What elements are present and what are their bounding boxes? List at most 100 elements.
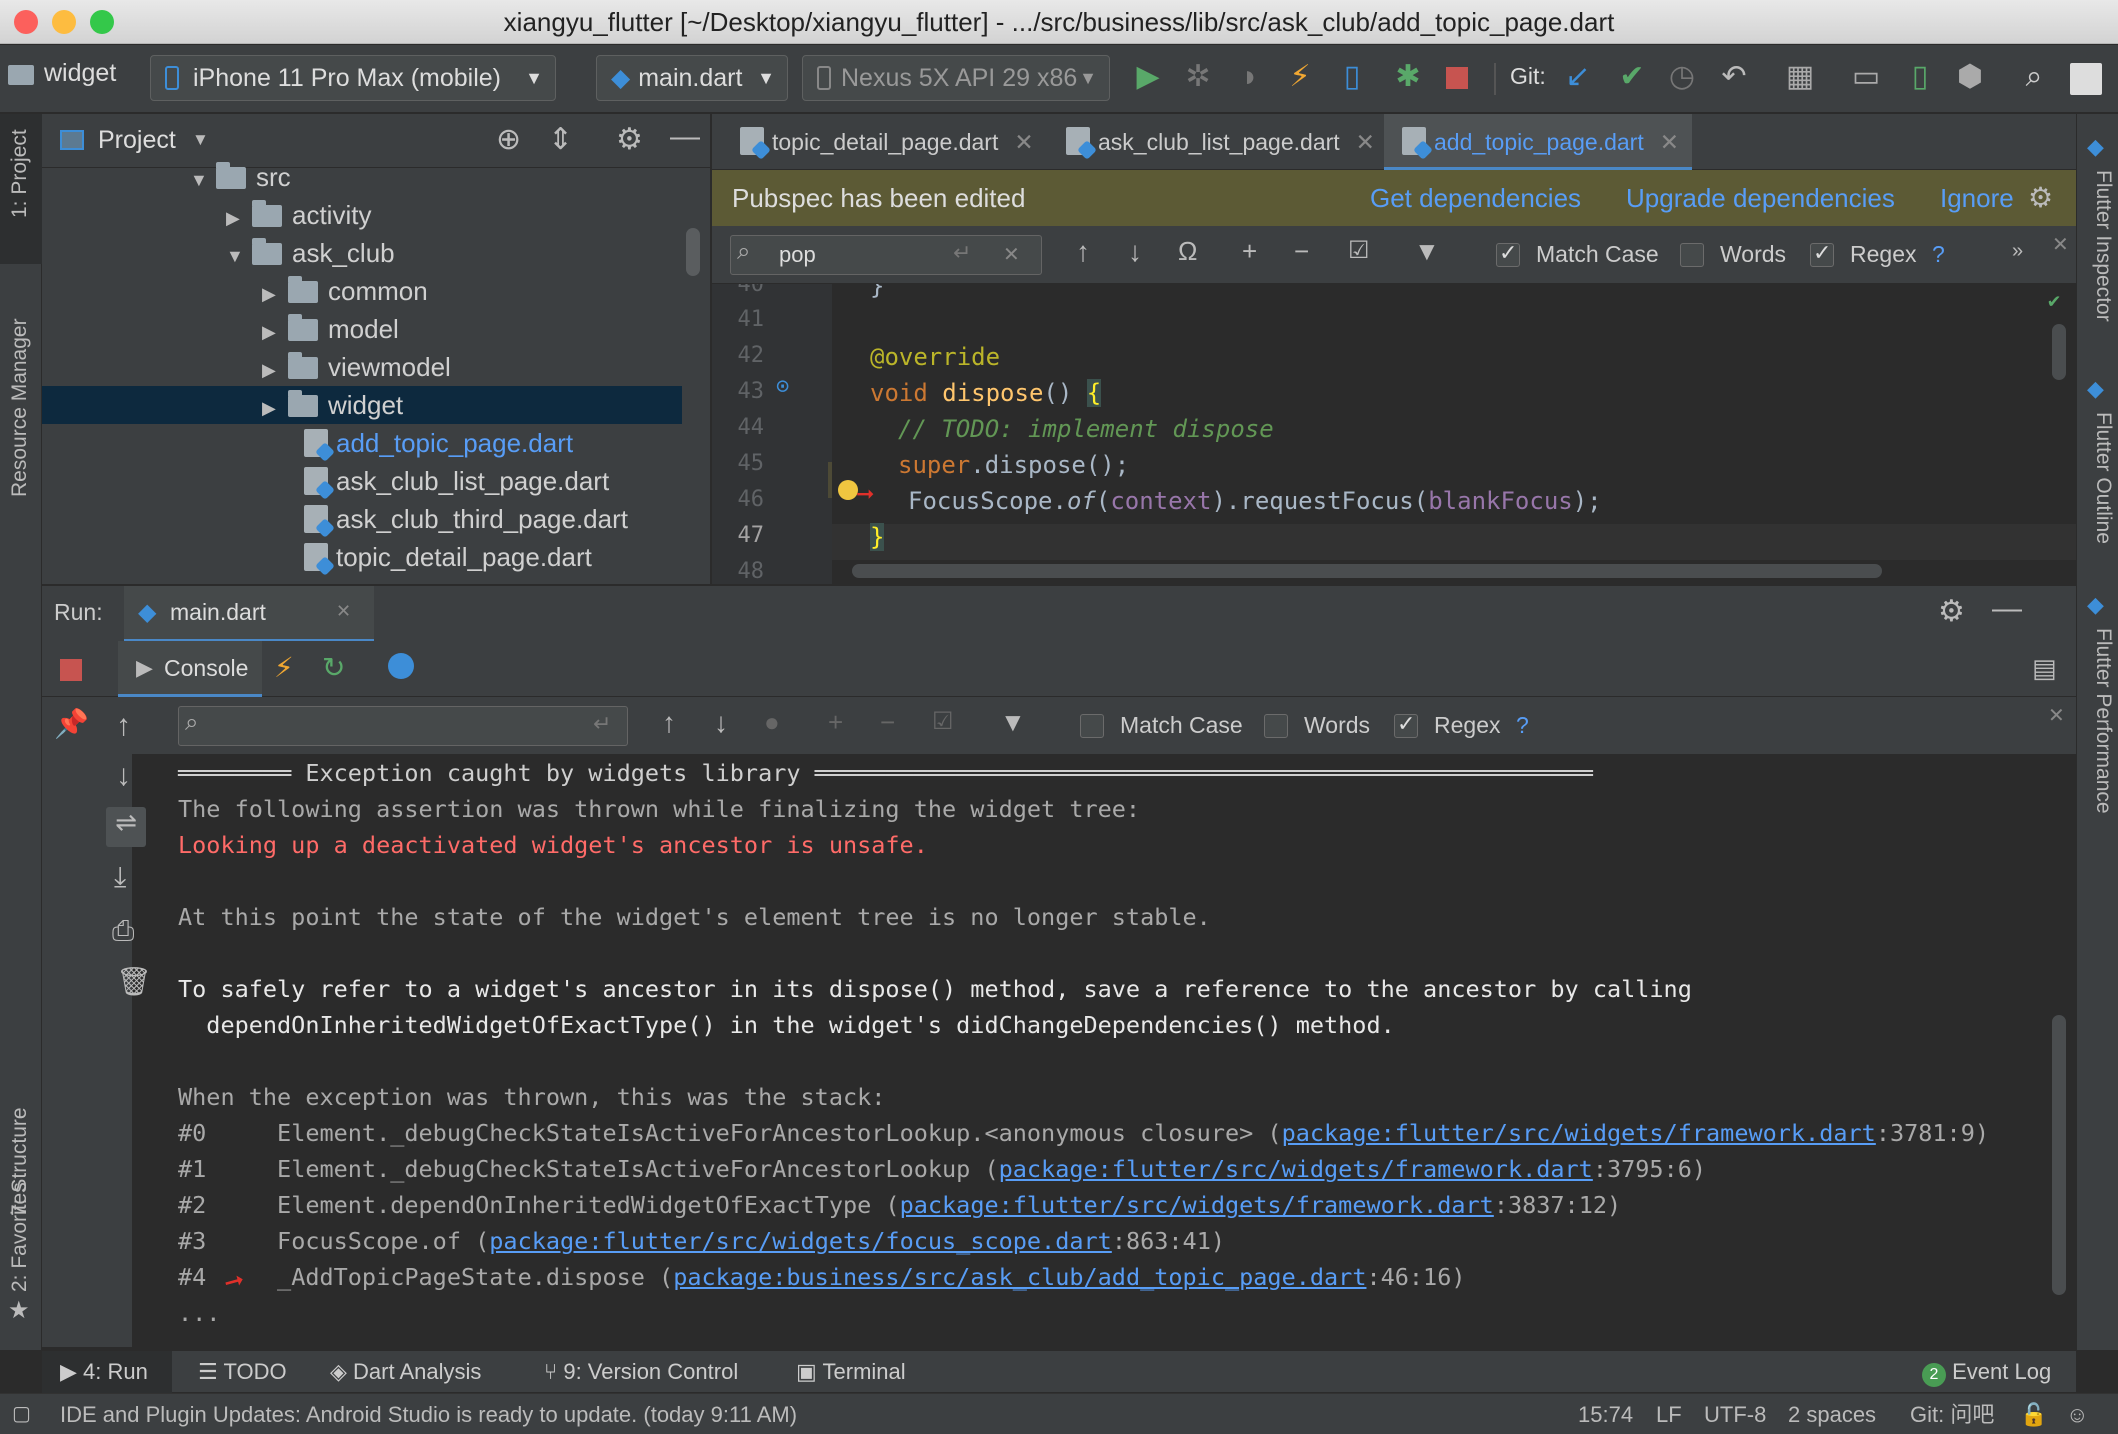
git-update-icon[interactable]: ↙ [1558,59,1598,95]
bottom-tab-todo[interactable]: ☰ TODO [198,1351,287,1393]
tool-tab-project[interactable]: 1: Project [8,129,32,218]
project-view-selector[interactable]: Project [98,126,176,155]
project-scrollbar[interactable] [686,228,700,276]
history-icon[interactable]: ↵ [593,711,611,737]
layout-icon[interactable]: ▢ [12,1394,31,1434]
locate-icon[interactable]: ⊕ [496,122,521,157]
chevron-down-icon[interactable]: ▼ [192,130,209,150]
debug-icon[interactable]: ✲ [1178,59,1218,95]
tree-item-common[interactable]: ▶ common [42,272,682,310]
git-rollback-icon[interactable]: ↶ [1714,59,1754,95]
close-icon[interactable]: ✕ [2048,703,2065,728]
device-file-icon[interactable]: ▯ [1332,59,1372,95]
scroll-to-end-icon[interactable]: ⤓ [114,861,126,894]
console-search-input[interactable]: ⌕ ↵ [178,706,628,746]
up-icon[interactable]: ↑ [116,709,131,743]
tree-item-ask-club[interactable]: ▼ ask_club [42,234,682,272]
editor-vertical-scrollbar[interactable] [2052,324,2066,380]
zoom-window-button[interactable] [90,10,114,34]
next-occurrence-icon[interactable]: ↓ [1128,236,1142,268]
bottom-tab-terminal[interactable]: ▣ Terminal [796,1351,906,1393]
console-regex-checkbox[interactable] [1394,711,1418,738]
print-icon[interactable]: ⎙ [112,915,134,948]
bottom-tab-dart-analysis[interactable]: ◈ Dart Analysis [330,1351,481,1393]
next-occurrence-icon[interactable]: ↓ [714,707,728,739]
tool-tab-favorites[interactable]: 2: Favorites [8,1182,32,1292]
close-icon[interactable]: ✕ [336,601,351,622]
tree-item-widget[interactable]: ▶ widget [42,386,682,424]
previous-occurrence-icon[interactable]: ↑ [662,707,676,739]
stop-icon[interactable] [1446,67,1468,89]
select-all-occurrences-icon[interactable]: Ω [1178,236,1197,267]
device-manager-icon[interactable]: ▯ [1900,59,1940,95]
sdk-manager-icon[interactable]: ⬢ [1950,59,1990,95]
select-occurrences-icon[interactable]: ☑ [1348,236,1370,265]
trash-icon[interactable]: 🗑 [116,965,152,998]
regex-checkbox[interactable] [1810,240,1834,267]
file-encoding[interactable]: UTF-8 [1704,1394,1766,1434]
console-words-checkbox[interactable] [1264,714,1288,738]
tree-item-model[interactable]: ▶ model [42,310,682,348]
breadcrumb-widget[interactable]: widget [44,59,116,88]
console-output[interactable]: ════════ Exception caught by widgets lib… [160,755,2076,1347]
close-icon[interactable]: ✕ [1660,129,1679,155]
coverage-icon[interactable]: ◗ [1230,59,1270,95]
line-separator[interactable]: LF [1656,1394,1682,1434]
stack-link[interactable]: package:flutter/src/widgets/framework.da… [999,1155,1593,1183]
tab-add-topic-page[interactable]: add_topic_page.dart ✕ [1384,114,1692,170]
hot-reload-icon[interactable]: ⚡ [1280,59,1320,95]
down-icon[interactable]: ↓ [116,759,131,793]
hide-panel-icon[interactable]: — [1992,592,2022,626]
close-icon[interactable]: ✕ [2052,232,2069,257]
collapse-all-icon[interactable]: ⇕ [548,122,573,157]
git-history-icon[interactable]: ◷ [1662,59,1702,95]
console-regex-help-link[interactable]: ? [1516,712,1529,739]
tool-tab-flutter-performance[interactable]: Flutter Performance [2091,628,2115,814]
soft-wrap-icon[interactable]: ⇌ [106,807,146,847]
tree-item-add-topic-page[interactable]: add_topic_page.dart [42,424,682,462]
more-icon[interactable]: » [2012,240,2023,263]
stack-link[interactable]: package:business/src/ask_club/add_topic_… [673,1263,1366,1291]
tab-topic-detail-page[interactable]: topic_detail_page.dart ✕ [722,114,1048,170]
stack-link[interactable]: package:flutter/src/widgets/framework.da… [900,1191,1494,1219]
add-occurrence-icon[interactable]: + [1242,236,1257,267]
match-case-checkbox[interactable] [1496,240,1520,267]
tool-tab-flutter-outline[interactable]: Flutter Outline [2091,412,2115,544]
tool-tab-flutter-inspector[interactable]: Flutter Inspector [2091,170,2115,322]
close-window-button[interactable] [14,10,38,34]
tree-item-activity[interactable]: ▶ activity [42,196,682,234]
console-match-case-checkbox[interactable] [1080,714,1104,738]
tree-item-ask-club-list-page[interactable]: ask_club_list_page.dart [42,462,682,500]
caret-position[interactable]: 15:74 [1578,1394,1633,1434]
status-message[interactable]: IDE and Plugin Updates: Android Studio i… [60,1394,797,1434]
avatar[interactable] [2070,63,2102,95]
regex-help-link[interactable]: ? [1932,241,1945,268]
indent-setting[interactable]: 2 spaces [1788,1394,1876,1434]
select-occurrences-icon[interactable]: ☑ [932,707,954,736]
add-occurrence-icon[interactable]: + [828,707,843,738]
git-branch[interactable]: Git: 问吧 [1910,1394,1994,1434]
hide-panel-icon[interactable]: — [670,120,700,154]
avd-manager-icon[interactable]: ▭ [1846,59,1886,95]
tab-ask-club-list-page[interactable]: ask_club_list_page.dart ✕ [1048,114,1384,170]
gear-icon[interactable]: ⚙ [1938,594,1965,629]
console-tab[interactable]: ▶ Console [118,641,262,697]
inspector-icon[interactable]: ☺ [2066,1394,2088,1434]
editor-horizontal-scrollbar[interactable] [852,564,1882,578]
clear-icon[interactable]: ✕ [1003,242,1020,267]
devtools-icon[interactable] [388,653,414,679]
bottom-tab-run[interactable]: ▶ 4: Run [42,1351,172,1393]
git-commit-icon[interactable]: ✔ [1612,59,1652,95]
remove-occurrence-icon[interactable]: − [1294,236,1309,267]
gear-icon[interactable]: ⚙ [616,122,643,157]
lock-icon[interactable]: 🔓 [2020,1394,2047,1434]
tree-item-src[interactable]: ▼ src [42,158,682,196]
tool-tab-resource-manager[interactable]: Resource Manager [8,318,32,497]
bottom-tab-event-log[interactable]: 2 Event Log [1922,1351,2051,1393]
lightbulb-icon[interactable] [838,480,858,500]
hot-restart-icon[interactable]: ↻ [322,651,345,684]
console-scrollbar[interactable] [2052,1015,2066,1295]
attach-debugger-icon[interactable]: ✱ [1388,59,1428,95]
ignore-link[interactable]: Ignore [1940,170,2014,226]
device-selector[interactable]: iPhone 11 Pro Max (mobile) ▼ [150,55,556,101]
